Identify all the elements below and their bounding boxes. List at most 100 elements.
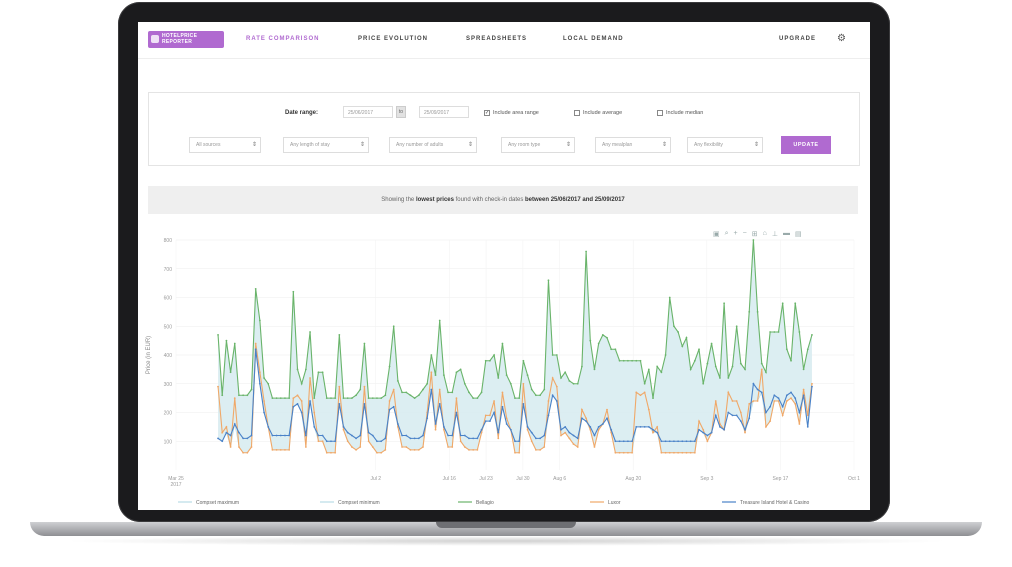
- series-point-treasure-island-hotel-casino: [706, 434, 709, 437]
- series-point-bellagio: [530, 388, 533, 391]
- series-point-luxor: [581, 408, 583, 411]
- series-point-bellagio: [363, 342, 366, 345]
- series-point-treasure-island-hotel-casino: [731, 414, 734, 417]
- date-to-input[interactable]: 25/09/2017: [419, 106, 469, 118]
- series-point-bellagio: [547, 279, 550, 282]
- series-point-luxor: [739, 411, 742, 414]
- series-point-bellagio: [284, 397, 286, 400]
- upgrade-link[interactable]: UPGRADE: [779, 36, 816, 42]
- series-point-luxor: [330, 451, 332, 454]
- series-point-luxor: [568, 437, 571, 440]
- series-point-bellagio: [731, 365, 734, 368]
- series-point-luxor: [585, 417, 588, 420]
- series-point-luxor: [451, 446, 454, 448]
- series-point-luxor: [367, 440, 370, 443]
- series-point-bellagio: [522, 359, 525, 362]
- top-navbar: HOTELPRICE REPORTER RATE COMPARISON PRIC…: [138, 22, 870, 59]
- select-sources[interactable]: All sources ⇕: [189, 137, 261, 153]
- series-point-treasure-island-hotel-casino: [777, 397, 780, 400]
- series-point-bellagio: [576, 382, 579, 385]
- series-point-treasure-island-hotel-casino: [760, 391, 763, 394]
- price-chart: 100200300400500600700800Mar 252017Jul 2J…: [146, 238, 860, 506]
- series-point-luxor: [627, 451, 629, 454]
- checkbox-average[interactable]: Include average: [574, 110, 622, 116]
- series-point-treasure-island-hotel-casino: [434, 423, 437, 425]
- series-point-luxor: [564, 431, 567, 434]
- series-point-treasure-island-hotel-casino: [355, 437, 357, 440]
- y-tick-label: 800: [164, 238, 173, 244]
- series-point-bellagio: [413, 397, 416, 400]
- series-point-bellagio: [777, 331, 780, 333]
- select-length-of-stay[interactable]: Any length of stay ⇕: [283, 137, 369, 153]
- series-point-treasure-island-hotel-casino: [455, 411, 458, 414]
- select-adults[interactable]: Any number of adults ⇕: [389, 137, 477, 153]
- series-point-bellagio: [300, 382, 303, 385]
- series-point-bellagio: [321, 371, 324, 374]
- update-button[interactable]: UPDATE: [781, 136, 831, 154]
- series-point-bellagio: [639, 359, 642, 362]
- series-point-treasure-island-hotel-casino: [217, 437, 219, 440]
- nav-item-local-demand[interactable]: LOCAL DEMAND: [563, 36, 624, 42]
- series-point-bellagio: [317, 371, 320, 374]
- series-point-bellagio: [526, 374, 529, 377]
- series-point-luxor: [300, 400, 303, 402]
- date-from-input[interactable]: 25/06/2017: [343, 106, 393, 118]
- checkbox-unchecked-icon: [574, 110, 580, 116]
- series-point-bellagio: [434, 374, 437, 377]
- series-point-bellagio: [263, 377, 265, 379]
- series-point-luxor: [430, 371, 433, 374]
- select-room-type[interactable]: Any room type ⇕: [501, 137, 575, 153]
- series-point-bellagio: [773, 331, 776, 333]
- select-value: Any room type: [508, 142, 541, 148]
- series-point-luxor: [338, 385, 341, 388]
- series-point-treasure-island-hotel-casino: [233, 423, 236, 425]
- series-point-bellagio: [606, 336, 608, 339]
- series-point-luxor: [455, 397, 458, 400]
- series-point-bellagio: [392, 325, 395, 328]
- app-logo[interactable]: HOTELPRICE REPORTER: [148, 31, 224, 48]
- checkbox-area-range[interactable]: ✓ Include area range: [484, 110, 539, 116]
- date-range-label: Date range:: [285, 110, 319, 116]
- series-point-treasure-island-hotel-casino: [501, 405, 504, 408]
- series-point-bellagio: [622, 359, 625, 362]
- series-point-treasure-island-hotel-casino: [639, 425, 642, 428]
- series-point-treasure-island-hotel-casino: [359, 434, 362, 437]
- series-point-bellagio: [744, 368, 746, 371]
- series-point-treasure-island-hotel-casino: [631, 440, 634, 443]
- series-point-bellagio: [384, 394, 387, 397]
- series-point-treasure-island-hotel-casino: [514, 440, 516, 443]
- select-flexibility[interactable]: Any flexibility ⇕: [687, 137, 763, 153]
- series-point-treasure-island-hotel-casino: [304, 434, 307, 437]
- y-tick-label: 600: [164, 296, 173, 302]
- series-point-luxor: [489, 414, 491, 417]
- series-point-bellagio: [543, 388, 546, 391]
- nav-item-spreadsheets[interactable]: SPREADSHEETS: [466, 36, 527, 42]
- info-text: found with check-in dates: [453, 197, 526, 203]
- gear-icon[interactable]: ⚙: [837, 33, 846, 44]
- select-value: Any flexibility: [694, 142, 723, 148]
- series-point-luxor: [748, 402, 751, 405]
- series-point-treasure-island-hotel-casino: [346, 431, 349, 434]
- series-point-bellagio: [292, 290, 295, 293]
- series-point-luxor: [769, 420, 772, 423]
- series-point-treasure-island-hotel-casino: [367, 431, 370, 434]
- nav-item-rate-comparison[interactable]: RATE COMPARISON: [246, 36, 319, 42]
- series-point-bellagio: [296, 368, 299, 371]
- series-point-bellagio: [325, 397, 328, 400]
- select-mealplan[interactable]: Any mealplan ⇕: [595, 137, 671, 153]
- y-axis-label: Price (in EUR): [146, 336, 152, 374]
- nav-item-price-evolution[interactable]: PRICE EVOLUTION: [358, 36, 428, 42]
- series-point-treasure-island-hotel-casino: [242, 437, 245, 440]
- checkbox-median[interactable]: Include median: [657, 110, 703, 116]
- series-point-luxor: [664, 451, 667, 454]
- series-point-luxor: [380, 451, 383, 454]
- series-point-bellagio: [313, 397, 316, 400]
- series-point-treasure-island-hotel-casino: [405, 434, 408, 437]
- info-highlight: between 25/06/2017 and 25/09/2017: [525, 197, 625, 203]
- series-point-luxor: [225, 425, 228, 428]
- series-point-treasure-island-hotel-casino: [288, 434, 291, 437]
- series-point-luxor: [317, 440, 320, 443]
- series-point-treasure-island-hotel-casino: [363, 402, 366, 405]
- series-point-bellagio: [627, 359, 629, 362]
- series-point-bellagio: [735, 325, 738, 328]
